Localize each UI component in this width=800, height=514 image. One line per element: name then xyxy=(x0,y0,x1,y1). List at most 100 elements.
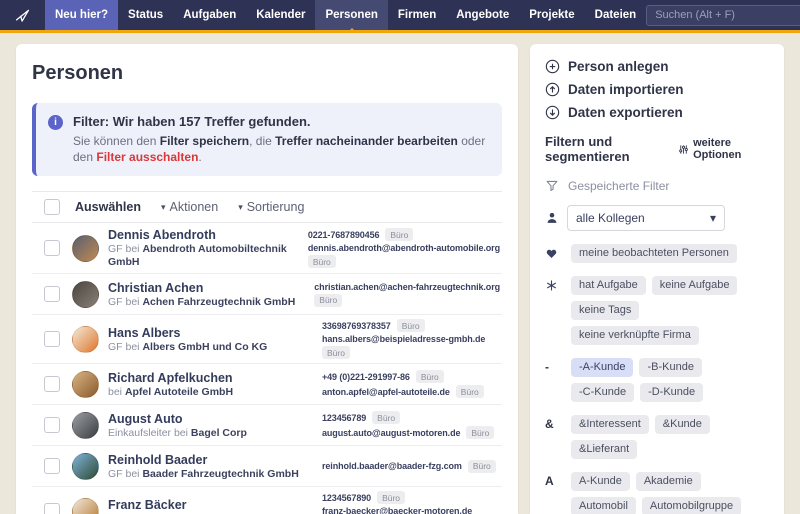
filter-tag-a-kunde[interactable]: A-Kunde xyxy=(571,472,630,491)
filter-tag-keine-tags[interactable]: keine Tags xyxy=(571,301,639,320)
contact-value[interactable]: hans.albers@beispieladresse-gmbh.de xyxy=(322,334,485,344)
info-icon: i xyxy=(48,115,63,130)
avatar[interactable] xyxy=(72,498,99,514)
avatar[interactable] xyxy=(72,281,99,308)
company-link[interactable]: Apfel Autoteile GmbH xyxy=(125,386,233,398)
filter-tag-b-kunde[interactable]: -B-Kunde xyxy=(639,358,701,377)
person-name-link[interactable]: Reinhold Baader xyxy=(108,452,322,468)
company-link[interactable]: Baader Fahrzeugtechnik GmbH xyxy=(142,468,298,480)
contact-value[interactable]: christian.achen@achen-fahrzeugtechnik.or… xyxy=(314,282,500,292)
contact-value[interactable]: august.auto@august-motoren.de xyxy=(322,428,460,438)
filter-tag-keine-aufgabe[interactable]: keine Aufgabe xyxy=(652,276,738,295)
person-name-link[interactable]: Hans Albers xyxy=(108,325,322,341)
nav-item-angebote[interactable]: Angebote xyxy=(446,0,519,30)
row-checkbox[interactable] xyxy=(44,458,60,474)
office-badge: Büro xyxy=(308,255,336,268)
save-filter-link[interactable]: Filter speichern xyxy=(160,134,249,148)
actions-label: Aktionen xyxy=(170,200,219,214)
filter-tag-lieferant[interactable]: &Lieferant xyxy=(571,440,637,459)
person-name-link[interactable]: Franz Bäcker xyxy=(108,497,322,513)
filter-tag-a-kunde[interactable]: -A-Kunde xyxy=(571,358,633,377)
saved-filters-link[interactable]: Gespeicherte Filter xyxy=(545,179,769,193)
contact-block: 33698769378357Bürohans.albers@beispielad… xyxy=(322,319,502,359)
person-name-link[interactable]: August Auto xyxy=(108,411,322,427)
filter-tag-automobil[interactable]: Automobil xyxy=(571,497,636,514)
more-options-link[interactable]: weitere Optionen xyxy=(678,137,769,161)
contact-value[interactable]: reinhold.baader@baader-fzg.com xyxy=(322,461,462,471)
edit-results-link[interactable]: Treffer nacheinander bearbeiten xyxy=(275,134,458,148)
nav-item-personen[interactable]: Personen xyxy=(315,0,387,30)
filter-tag-automobilgruppe[interactable]: Automobilgruppe xyxy=(642,497,741,514)
people-list: Dennis AbendrothGF bei Abendroth Automob… xyxy=(32,223,502,514)
filter-tag-interessent[interactable]: &Interessent xyxy=(571,415,649,434)
contact-value[interactable]: 33698769378357 xyxy=(322,321,391,331)
filter-tag-hat-aufgabe[interactable]: hat Aufgabe xyxy=(571,276,646,295)
contact-value[interactable]: 0221-7687890456 xyxy=(308,230,380,240)
contact-value[interactable]: franz-baecker@baecker-motoren.de xyxy=(322,506,472,514)
tag-group: AA-KundeAkademieAutomobilAutomobilgruppe xyxy=(545,472,769,514)
row-checkbox[interactable] xyxy=(44,240,60,256)
nav-item-neu-hier[interactable]: Neu hier? xyxy=(45,0,118,30)
sort-dropdown[interactable]: ▾Sortierung xyxy=(238,200,304,214)
role-prefix: GF bei xyxy=(108,296,142,308)
filter-off-link[interactable]: Filter ausschalten xyxy=(96,150,198,164)
tag-group-key: - xyxy=(545,358,563,402)
row-checkbox[interactable] xyxy=(44,417,60,433)
row-checkbox[interactable] xyxy=(44,331,60,347)
person-name-link[interactable]: Dennis Abendroth xyxy=(108,227,308,243)
select-all-label[interactable]: Auswählen xyxy=(75,200,141,214)
filter-tag-kunde[interactable]: &Kunde xyxy=(655,415,710,434)
contact-block: 0221-7687890456 Büro dennis.abendroth@aben… xyxy=(308,228,502,268)
search-input[interactable] xyxy=(646,5,800,26)
contact-value[interactable]: 123456789 xyxy=(322,413,366,423)
select-all-checkbox[interactable] xyxy=(44,199,60,215)
app-logo[interactable] xyxy=(0,0,45,30)
avatar[interactable] xyxy=(72,371,99,398)
people-list-card: Personen i Filter: Wir haben 157 Treffer… xyxy=(16,44,518,514)
person-row: Christian AchenGF bei Achen Fahrzeugtech… xyxy=(32,274,502,315)
row-checkbox[interactable] xyxy=(44,503,60,514)
person-name-link[interactable]: Richard Apfelkuchen xyxy=(108,370,322,386)
role-prefix: Einkaufsleiter bei xyxy=(108,427,191,439)
nav-item-projekte[interactable]: Projekte xyxy=(519,0,584,30)
company-link[interactable]: Bagel Corp xyxy=(191,427,247,439)
sidebar-action-daten-importieren[interactable]: Daten importieren xyxy=(545,79,769,99)
page-title: Personen xyxy=(32,62,502,85)
avatar[interactable] xyxy=(72,235,99,262)
sidebar-action-daten-exportieren[interactable]: Daten exportieren xyxy=(545,102,769,122)
contact-value[interactable]: +49 (0)221-291997-86 xyxy=(322,372,410,382)
plus-circle-icon xyxy=(545,59,560,74)
person-row: Reinhold BaaderGF bei Baader Fahrzeugtec… xyxy=(32,446,502,487)
contact-block: 123456789Büroaugust.auto@august-motoren.… xyxy=(322,411,502,439)
filter-tag-keine-verknüpfte-firma[interactable]: keine verknüpfte Firma xyxy=(571,326,699,345)
nav-item-kalender[interactable]: Kalender xyxy=(246,0,315,30)
filter-tag-akademie[interactable]: Akademie xyxy=(636,472,701,491)
nav-item-aufgaben[interactable]: Aufgaben xyxy=(173,0,246,30)
nav-item-status[interactable]: Status xyxy=(118,0,173,30)
row-checkbox[interactable] xyxy=(44,286,60,302)
filter-tag-d-kunde[interactable]: -D-Kunde xyxy=(640,383,703,402)
company-link[interactable]: Albers GmbH und Co KG xyxy=(142,341,267,353)
filter-section-header: Filtern und segmentieren weitere Optione… xyxy=(545,134,769,164)
person-role: bei Apfel Autoteile GmbH xyxy=(108,386,322,399)
avatar[interactable] xyxy=(72,412,99,439)
person-name-link[interactable]: Christian Achen xyxy=(108,280,314,296)
avatar[interactable] xyxy=(72,326,99,353)
notice-text: , die xyxy=(249,134,275,148)
nav-item-dateien[interactable]: Dateien xyxy=(585,0,647,30)
logo-icon xyxy=(13,6,32,25)
nav-item-firmen[interactable]: Firmen xyxy=(388,0,446,30)
contact-value[interactable]: 1234567890 xyxy=(322,493,371,503)
person-row: Dennis AbendrothGF bei Abendroth Automob… xyxy=(32,223,502,274)
more-options-label: weitere Optionen xyxy=(693,137,769,161)
contact-value[interactable]: dennis.abendroth@abendroth-automobile.or… xyxy=(308,243,500,253)
sidebar-action-person-anlegen[interactable]: Person anlegen xyxy=(545,56,769,76)
avatar[interactable] xyxy=(72,453,99,480)
contact-value[interactable]: anton.apfel@apfel-autoteile.de xyxy=(322,387,450,397)
company-link[interactable]: Achen Fahrzeugtechnik GmbH xyxy=(142,296,295,308)
filter-tag-c-kunde[interactable]: -C-Kunde xyxy=(571,383,634,402)
collegues-select[interactable]: alle Kollegen ▾ xyxy=(567,205,725,231)
filter-tag-meine-beobachteten-personen[interactable]: meine beobachteten Personen xyxy=(571,244,737,263)
actions-dropdown[interactable]: ▾Aktionen xyxy=(161,200,218,214)
row-checkbox[interactable] xyxy=(44,376,60,392)
